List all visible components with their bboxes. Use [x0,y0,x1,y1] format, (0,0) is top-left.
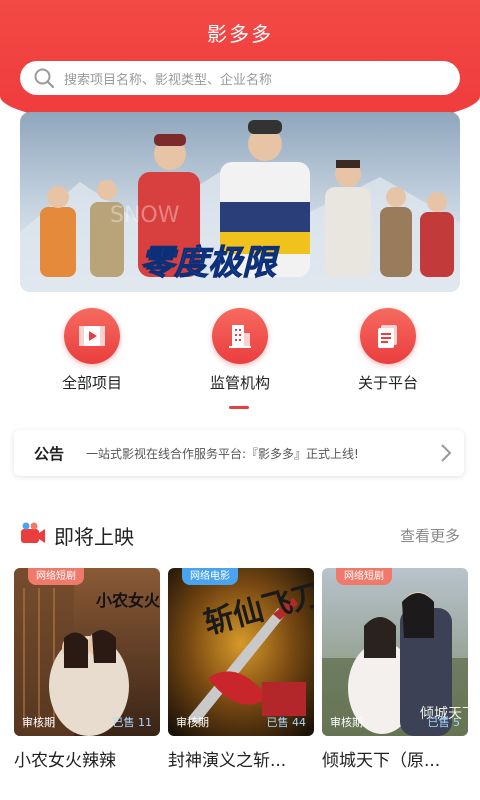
section-title: 即将上映 [54,524,134,549]
movie-title: 封神演义之斩... [168,751,287,771]
movie-poster: 倾城天下 网络短剧 审核期 已售 5 [322,568,468,736]
page-indicator [229,406,249,409]
notice-bar[interactable]: 公告 一站式影视在线合作服务平台:『影多多』正式上线! [14,430,464,476]
film-icon [20,522,46,548]
genre-badge: 网络电影 [182,568,238,585]
nav-label: 全部项目 [61,374,122,392]
review-status: 审核期 [176,716,209,729]
nav-all-projects[interactable]: 全部项目 [37,308,147,393]
nav-label: 监管机构 [209,374,270,392]
view-more-link[interactable]: 查看更多 [400,525,460,546]
movie-title: 小农女火辣辣 [14,751,116,771]
search-icon [32,66,56,90]
sold-count: 已售 5 [427,716,461,729]
genre-badge: 网络短剧 [28,568,84,585]
movie-poster: 小农女火辣辣 网络短剧 审核期 已售 11 [14,568,160,736]
banner-watermark: SNOW [110,203,180,228]
search-bar[interactable]: 搜索项目名称、影视类型、企业名称 [20,61,460,95]
movie-card[interactable]: 倾城天下 网络短剧 审核期 已售 5 倾城天下（原... [322,568,468,771]
search-placeholder: 搜索项目名称、影视类型、企业名称 [64,72,273,88]
banner-title: 零度极限 [140,243,280,283]
sold-count: 已售 11 [112,716,153,729]
banner-image: SNOW 零度极限 [20,112,460,292]
document-icon [360,308,416,364]
review-status: 审核期 [22,716,55,729]
section-header: 即将上映 查看更多 [20,520,460,550]
sold-count: 已售 44 [266,716,307,729]
poster-text: 小农女火辣辣 [96,591,160,610]
nav-regulators[interactable]: 监管机构 [185,308,295,393]
chevron-right-icon [440,443,452,467]
movie-title: 倾城天下（原... [322,751,441,771]
nav-label: 关于平台 [357,374,418,392]
building-icon [212,308,268,364]
app-title: 影多多 [207,22,273,46]
movie-card[interactable]: 斩仙飞刀 网络电影 审核期 已售 44 封神演义之斩... [168,568,314,771]
nav-about[interactable]: 关于平台 [333,308,443,393]
review-status: 审核期 [330,716,363,729]
banner-carousel[interactable]: SNOW 零度极限 [20,112,460,292]
movie-poster: 斩仙飞刀 网络电影 审核期 已售 44 [168,568,314,736]
movie-card[interactable]: 小农女火辣辣 网络短剧 审核期 已售 11 小农女火辣辣 [14,568,160,771]
genre-badge: 网络短剧 [336,568,392,585]
notice-tag: 公告 [34,444,65,463]
app-page: 影多多 搜索项目名称、影视类型、企业名称 SNOW 零度极限 全部项目 监管机构… [0,0,480,800]
notice-text: 一站式影视在线合作服务平台:『影多多』正式上线! [86,446,359,461]
video-icon [64,308,120,364]
